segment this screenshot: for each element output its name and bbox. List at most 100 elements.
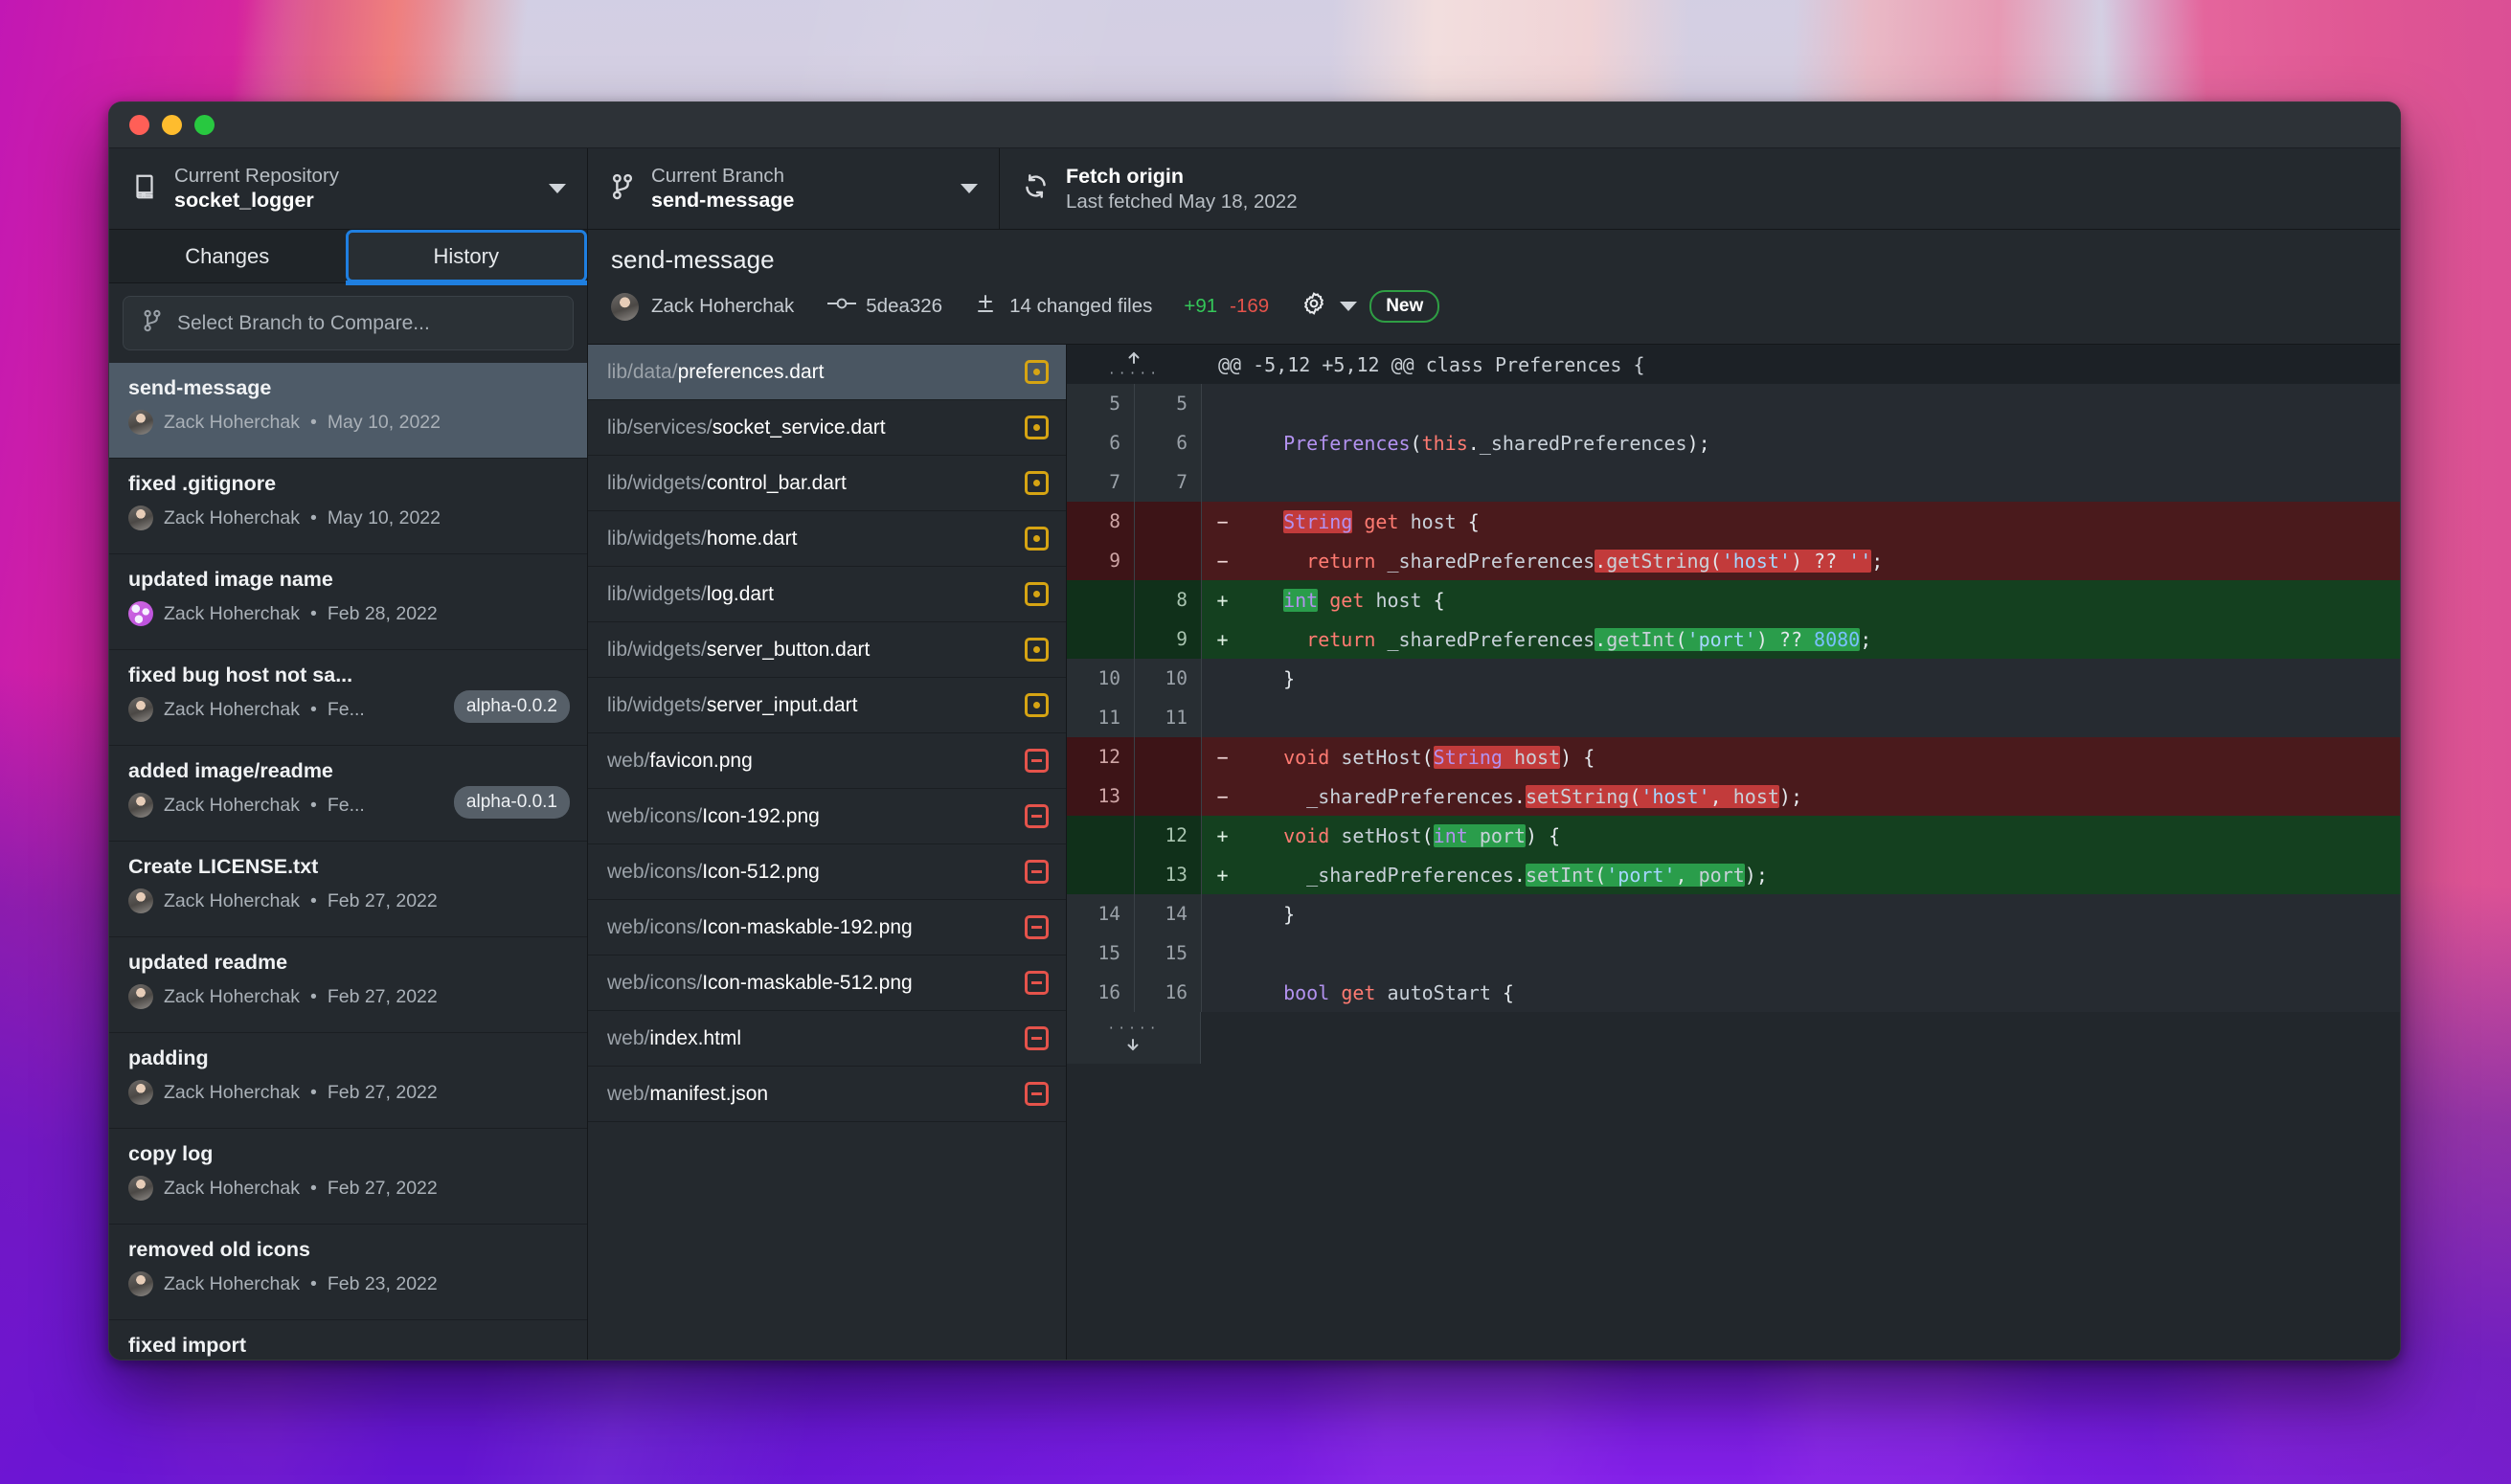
commit-item-date: Feb 23, 2022 [328,1273,438,1295]
traffic-light-controls [129,115,215,135]
diff-line[interactable]: 1515 [1067,933,2400,973]
changed-file-row[interactable]: lib/widgets/server_input.dart [588,678,1066,733]
chevron-down-icon [549,184,566,193]
minimize-window-button[interactable] [162,115,182,135]
current-branch-button[interactable]: Current Branch send-message [588,148,1000,229]
file-directory: lib/widgets/ [607,528,707,550]
commit-list[interactable]: send-messageZack Hoherchak•May 10, 2022f… [109,363,587,1360]
changed-file-row[interactable]: lib/widgets/log.dart [588,567,1066,622]
current-repository-button[interactable]: Current Repository socket_logger [109,148,588,229]
changed-file-row[interactable]: lib/widgets/home.dart [588,511,1066,567]
changed-file-row[interactable]: web/manifest.json [588,1067,1066,1122]
changed-file-row[interactable]: web/icons/Icon-maskable-192.png [588,900,1066,956]
diff-new-line-number: 9 [1134,619,1201,659]
file-name: control_bar.dart [707,472,847,494]
file-directory: web/ [607,1027,649,1049]
new-badge[interactable]: New [1369,290,1439,323]
diff-expand-down-row[interactable]: ····· [1067,1012,2400,1064]
file-directory: lib/widgets/ [607,694,707,716]
commit-item-author: Zack Hoherchak [164,890,300,912]
avatar [128,1271,153,1296]
diff-line[interactable]: 13+ _sharedPreferences.setInt('port', po… [1067,855,2400,894]
tab-changes[interactable]: Changes [109,230,346,282]
commit-list-item[interactable]: fixed .gitignoreZack Hoherchak•May 10, 2… [109,459,587,554]
diff-line[interactable]: 1414 } [1067,894,2400,933]
changed-file-row[interactable]: web/icons/Icon-maskable-512.png [588,956,1066,1011]
diff-line[interactable]: 12+ void setHost(int port) { [1067,816,2400,855]
gear-icon[interactable] [1301,290,1327,323]
commit-item-author: Zack Hoherchak [164,412,300,434]
commit-list-item[interactable]: fixed import [109,1320,587,1360]
file-status-deleted-icon [1025,915,1049,939]
commit-item-separator: • [310,890,317,912]
commit-item-meta: Zack Hoherchak•Feb 27, 2022 [128,1176,568,1201]
commit-list-item[interactable]: send-messageZack Hoherchak•May 10, 2022 [109,363,587,459]
changed-file-row[interactable]: web/favicon.png [588,733,1066,789]
commit-item-title: send-message [128,376,483,400]
diff-line[interactable]: 13− _sharedPreferences.setString('host',… [1067,776,2400,816]
diff-new-line-number: 13 [1134,855,1201,894]
commit-list-item[interactable]: copy logZack Hoherchak•Feb 27, 2022 [109,1129,587,1225]
diff-line[interactable]: 77 [1067,462,2400,502]
commit-list-item[interactable]: fixed bug host not sa...Zack Hoherchak•F… [109,650,587,746]
changed-file-path: lib/widgets/control_bar.dart [607,472,1013,495]
commit-item-date: Feb 27, 2022 [328,1082,438,1104]
file-directory: lib/services/ [607,416,713,438]
chevron-down-icon[interactable] [1340,302,1357,311]
commit-item-meta: Zack Hoherchak•Feb 27, 2022 [128,1080,568,1105]
commit-sha[interactable]: 5dea326 [826,294,942,319]
diff-line[interactable]: 8+ int get host { [1067,580,2400,619]
commit-item-title: added image/readme [128,759,483,783]
diff-old-line-number [1067,619,1134,659]
changed-file-row[interactable]: web/index.html [588,1011,1066,1067]
diff-viewer[interactable]: ····· @@ -5,12 +5,12 @@ class Preference… [1067,345,2400,1360]
commit-list-item[interactable]: Create LICENSE.txtZack Hoherchak•Feb 27,… [109,842,587,937]
diff-code-text: _sharedPreferences.setInt('port', port); [1243,855,2400,894]
file-directory: web/icons/ [607,916,702,938]
diff-line[interactable]: 12− void setHost(String host) { [1067,737,2400,776]
file-name: Icon-maskable-512.png [702,972,912,994]
changed-file-row[interactable]: web/icons/Icon-192.png [588,789,1066,844]
commit-item-date: Fe... [328,795,365,817]
commit-item-date: May 10, 2022 [328,507,441,529]
avatar [128,506,153,530]
diff-line[interactable]: 8− String get host { [1067,502,2400,541]
close-window-button[interactable] [129,115,149,135]
changed-file-row[interactable]: lib/widgets/control_bar.dart [588,456,1066,511]
diff-line[interactable]: 9− return _sharedPreferences.getString('… [1067,541,2400,580]
changed-file-row[interactable]: lib/data/preferences.dart [588,345,1066,400]
diff-line[interactable]: 1010 } [1067,659,2400,698]
commit-list-item[interactable]: paddingZack Hoherchak•Feb 27, 2022 [109,1033,587,1129]
expand-down-icon[interactable]: ····· [1067,1012,1201,1064]
commit-sha-text: 5dea326 [866,295,942,318]
commit-list-item[interactable]: updated image nameZack Hoherchak•Feb 28,… [109,554,587,650]
diff-change-marker [1201,462,1243,502]
expand-up-icon[interactable]: ····· [1067,345,1201,384]
diff-hunk-header[interactable]: ····· @@ -5,12 +5,12 @@ class Preference… [1067,345,2400,384]
file-status-deleted-icon [1025,1082,1049,1106]
fetch-origin-button[interactable]: Fetch origin Last fetched May 18, 2022 [1000,148,2400,229]
diff-line[interactable]: 9+ return _sharedPreferences.getInt('por… [1067,619,2400,659]
file-directory: web/icons/ [607,805,702,827]
tab-history[interactable]: History [346,230,588,282]
commit-list-item[interactable]: updated readmeZack Hoherchak•Feb 27, 202… [109,937,587,1033]
select-branch-to-compare-input[interactable]: Select Branch to Compare... [123,296,574,350]
commit-item-meta: Zack Hoherchak•Feb 27, 2022 [128,984,568,1009]
changed-file-row[interactable]: lib/widgets/server_button.dart [588,622,1066,678]
diff-line[interactable]: 1616 bool get autoStart { [1067,973,2400,1012]
zoom-window-button[interactable] [194,115,215,135]
diff-line[interactable]: 1111 [1067,698,2400,737]
diff-old-line-number: 9 [1067,541,1134,580]
commit-item-date: Feb 27, 2022 [328,986,438,1008]
commit-list-item[interactable]: removed old iconsZack Hoherchak•Feb 23, … [109,1225,587,1320]
changed-file-row[interactable]: lib/services/socket_service.dart [588,400,1066,456]
diff-line-container: 5566 Preferences(this._sharedPreferences… [1067,384,2400,1012]
diff-new-line-number: 5 [1134,384,1201,423]
commit-list-item[interactable]: added image/readmeZack Hoherchak•Fe...al… [109,746,587,842]
changed-file-row[interactable]: web/icons/Icon-512.png [588,844,1066,900]
diff-code-text: } [1243,894,2400,933]
diff-line[interactable]: 66 Preferences(this._sharedPreferences); [1067,423,2400,462]
diff-line[interactable]: 55 [1067,384,2400,423]
changed-file-list[interactable]: lib/data/preferences.dartlib/services/so… [588,345,1067,1360]
fetch-origin-sublabel: Last fetched May 18, 2022 [1066,190,2379,214]
